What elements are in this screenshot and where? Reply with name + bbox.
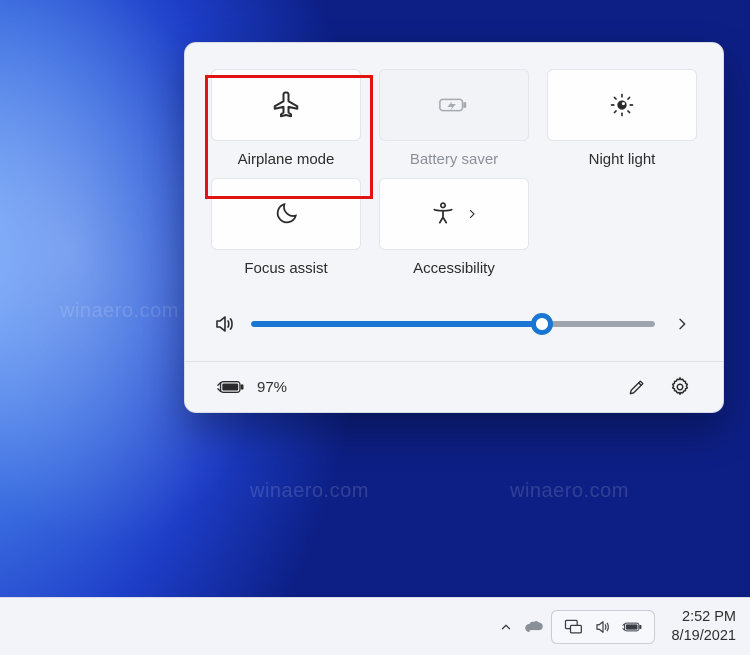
quick-settings-tiles: Airplane mode Battery saver [211, 69, 697, 277]
focus-assist-icon [273, 201, 299, 227]
speaker-icon[interactable] [213, 312, 237, 336]
watermark: winaero.com [510, 480, 629, 503]
tile-focus-assist[interactable] [211, 178, 361, 250]
network-tray-icon [562, 616, 584, 638]
watermark: winaero.com [250, 480, 369, 503]
battery-tray-icon [622, 616, 644, 638]
tile-focus-assist-label: Focus assist [244, 260, 327, 277]
system-tray-group[interactable] [551, 610, 655, 644]
tile-night-light-wrap: Night light [547, 69, 697, 168]
tile-battery-saver-label: Battery saver [410, 151, 498, 168]
night-light-icon [608, 91, 636, 119]
tile-airplane-mode[interactable] [211, 69, 361, 141]
taskbar-clock[interactable]: 2:52 PM 8/19/2021 [671, 608, 736, 644]
battery-status[interactable]: 97% [217, 377, 287, 397]
accessibility-icon [430, 201, 456, 227]
quick-settings-panel: Airplane mode Battery saver [184, 42, 724, 413]
tile-night-light[interactable] [547, 69, 697, 141]
tile-focus-assist-wrap: Focus assist [211, 178, 361, 277]
tile-battery-saver [379, 69, 529, 141]
taskbar-date: 8/19/2021 [671, 627, 736, 645]
tray-overflow-button[interactable] [495, 616, 517, 638]
settings-button[interactable] [669, 376, 691, 398]
tile-airplane-mode-label: Airplane mode [238, 151, 335, 168]
battery-saver-icon [438, 93, 470, 117]
volume-row [211, 311, 697, 337]
airplane-icon [271, 90, 301, 120]
tile-accessibility-label: Accessibility [413, 260, 495, 277]
tile-airplane-mode-wrap: Airplane mode [211, 69, 361, 168]
chevron-right-icon [466, 207, 478, 221]
taskbar-time: 2:52 PM [671, 608, 736, 626]
volume-flyout-button[interactable] [669, 311, 695, 337]
tile-accessibility[interactable] [379, 178, 529, 250]
volume-tray-icon [592, 616, 614, 638]
desktop-background: winaero.com winaero.com winaero.com wina… [0, 0, 750, 655]
watermark: winaero.com [60, 300, 179, 323]
tile-accessibility-wrap: Accessibility [379, 178, 529, 277]
quick-settings-footer: 97% [211, 362, 697, 412]
tile-night-light-label: Night light [589, 151, 656, 168]
onedrive-tray-icon[interactable] [523, 616, 545, 638]
volume-slider[interactable] [251, 321, 655, 327]
volume-slider-thumb[interactable] [531, 313, 553, 335]
edit-button[interactable] [627, 377, 647, 397]
battery-percent-text: 97% [257, 379, 287, 396]
taskbar: 2:52 PM 8/19/2021 [0, 597, 750, 655]
battery-charging-icon [217, 377, 247, 397]
tile-battery-saver-wrap: Battery saver [379, 69, 529, 168]
